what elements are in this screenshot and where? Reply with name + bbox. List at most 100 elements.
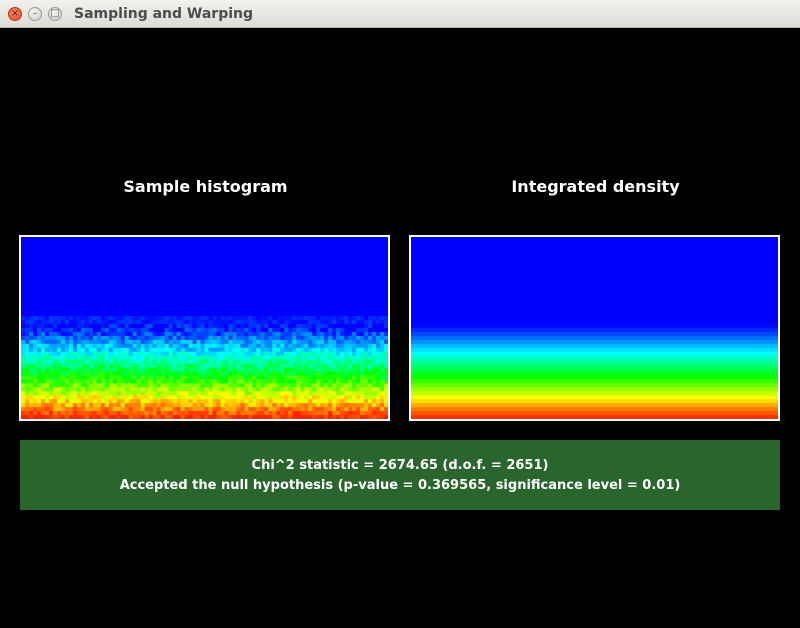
heatmap-cell — [296, 324, 301, 329]
heatmap-cell — [212, 339, 218, 345]
heatmap-cell — [316, 264, 321, 270]
heatmap-cell — [136, 324, 142, 329]
heatmap-cell — [332, 292, 337, 297]
heatmap-cell — [160, 383, 166, 388]
heatmap-cell — [212, 395, 218, 400]
heatmap-cell — [264, 300, 269, 305]
heatmap-cell — [411, 379, 778, 384]
heatmap-cell — [72, 264, 78, 270]
heatmap-cell — [312, 320, 317, 325]
heatmap-cell — [72, 320, 78, 325]
heatmap-cell — [256, 387, 261, 392]
heatmap-cell — [280, 264, 285, 270]
heatmap-cell — [152, 379, 158, 384]
heatmap-cell — [116, 375, 122, 381]
heatmap-cell — [88, 284, 94, 290]
heatmap-cell — [224, 387, 230, 392]
heatmap-cell — [328, 308, 333, 313]
heatmap-cell — [256, 260, 261, 266]
heatmap-cell — [384, 347, 388, 353]
heatmap-cell — [52, 411, 58, 416]
heatmap-cell — [48, 399, 54, 404]
heatmap-cell — [188, 280, 194, 286]
heatmap-cell — [96, 292, 102, 297]
heatmap-cell — [356, 375, 361, 381]
heatmap-cell — [184, 339, 190, 345]
heatmap-cell — [332, 387, 337, 392]
heatmap-cell — [72, 359, 78, 365]
heatmap-cell — [268, 379, 273, 384]
title-bar[interactable]: × – □ Sampling and Warping — [0, 0, 800, 28]
heatmap-cell — [72, 375, 78, 381]
heatmap-cell — [80, 256, 86, 262]
heatmap-cell — [144, 292, 150, 297]
heatmap-cell — [184, 272, 190, 278]
heatmap-cell — [144, 387, 150, 392]
heatmap-cell — [348, 284, 353, 290]
heatmap-cell — [184, 399, 190, 404]
heatmap-cell — [212, 252, 218, 258]
heatmap-cell — [312, 367, 317, 373]
heatmap-cell — [48, 308, 54, 313]
heatmap-cell — [48, 411, 54, 416]
heatmap-cell — [376, 272, 381, 278]
heatmap-cell — [248, 320, 253, 325]
heatmap-cell — [100, 331, 106, 337]
close-icon[interactable]: × — [8, 7, 22, 21]
heatmap-cell — [52, 371, 58, 377]
heatmap-cell — [280, 387, 285, 392]
heatmap-cell — [372, 272, 377, 278]
heatmap-cell — [36, 308, 42, 313]
heatmap-cell — [304, 264, 309, 270]
heatmap-cell — [268, 292, 273, 297]
heatmap-cell — [156, 391, 162, 396]
heatmap-cell — [252, 339, 257, 345]
maximize-icon[interactable]: □ — [48, 7, 62, 21]
heatmap-cell — [148, 244, 154, 250]
heatmap-cell — [96, 268, 102, 274]
heatmap-cell — [40, 399, 46, 404]
heatmap-cell — [136, 280, 142, 286]
heatmap-cell — [296, 355, 301, 361]
heatmap-cell — [364, 367, 369, 373]
heatmap-cell — [92, 248, 98, 254]
heatmap-cell — [64, 367, 70, 373]
heatmap-cell — [188, 383, 194, 388]
heatmap-cell — [411, 367, 778, 373]
heatmap-cell — [68, 391, 74, 396]
heatmap-cell — [188, 288, 194, 293]
heatmap-cell — [184, 359, 190, 365]
heatmap-cell — [104, 403, 110, 408]
heatmap-cell — [24, 355, 30, 361]
heatmap-cell — [336, 371, 341, 377]
heatmap-cell — [332, 280, 337, 286]
heatmap-cell — [352, 272, 357, 278]
heatmap-cell — [164, 375, 170, 381]
heatmap-cell — [124, 300, 130, 305]
heatmap-cell — [208, 288, 214, 293]
heatmap-cell — [368, 379, 373, 384]
heatmap-cell — [344, 284, 349, 290]
heatmap-cell — [144, 320, 150, 325]
heatmap-cell — [116, 256, 122, 262]
heatmap-cell — [52, 276, 58, 282]
minimize-icon[interactable]: – — [28, 7, 42, 21]
heatmap-cell — [244, 312, 249, 317]
heatmap-cell — [156, 316, 162, 321]
heatmap-cell — [28, 343, 34, 349]
heatmap-cell — [112, 280, 118, 286]
heatmap-cell — [180, 252, 186, 258]
heatmap-cell — [60, 324, 66, 329]
heatmap-cell — [336, 339, 341, 345]
heatmap-cell — [312, 256, 317, 262]
heatmap-cell — [160, 367, 166, 373]
heatmap-cell — [84, 411, 90, 416]
heatmap-cell — [368, 264, 373, 270]
heatmap-cell — [21, 335, 26, 341]
heatmap-cell — [180, 375, 186, 381]
heatmap-cell — [64, 335, 70, 341]
heatmap-cell — [344, 237, 349, 242]
heatmap-cell — [292, 252, 297, 258]
heatmap-cell — [344, 383, 349, 388]
heatmap-cell — [336, 308, 341, 313]
